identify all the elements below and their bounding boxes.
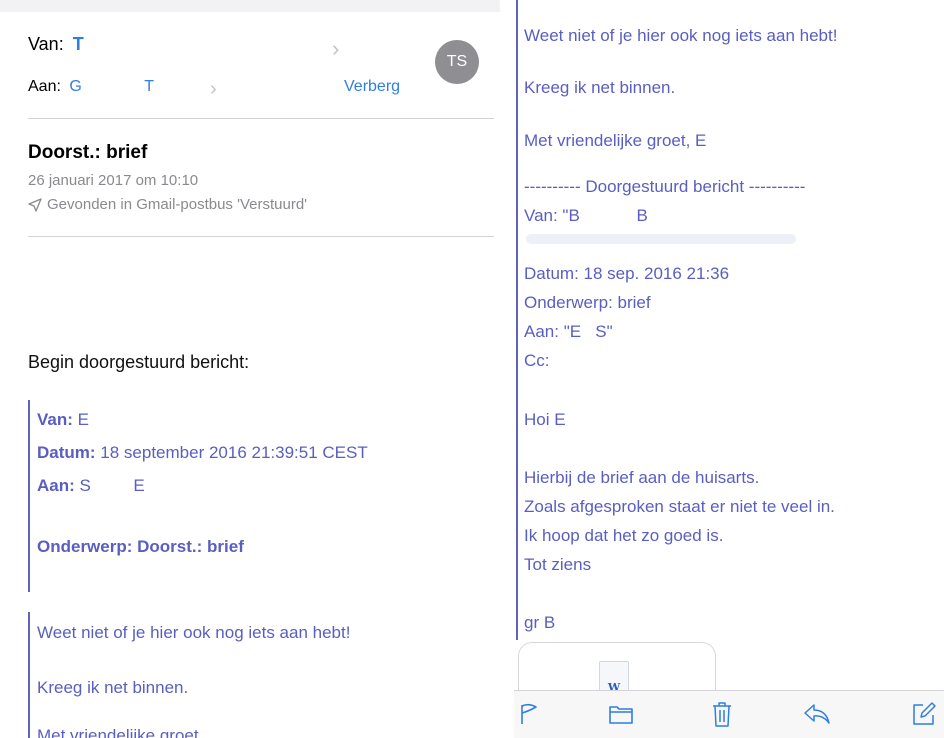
message-subject: Doorst.: brief: [28, 142, 148, 163]
mail-screenshot: Van: T › TS Aan: G T › Verberg Doorst.: …: [0, 0, 944, 738]
panel-divider: [500, 0, 514, 738]
reply-icon: [804, 704, 830, 724]
left-body-line: Kreeg ik net binnen.: [37, 678, 189, 697]
right-body-line: Weet niet of je hier ook nog iets aan he…: [524, 26, 838, 45]
letter-line: Hierbij de brief aan de huisarts.: [524, 468, 760, 487]
fwd-from: Van: E: [37, 410, 89, 430]
quote-bar: [28, 400, 30, 592]
compose-button[interactable]: [909, 699, 939, 729]
fwd-date-label: Datum:: [37, 443, 96, 462]
folder-icon: [609, 706, 633, 724]
chevron-right-icon[interactable]: ›: [210, 78, 217, 100]
flag-icon: [521, 703, 537, 724]
compose-icon: [913, 702, 936, 725]
fwd-to-label: Aan:: [37, 476, 75, 495]
left-body-line: Weet niet of je hier ook nog iets aan he…: [37, 623, 351, 642]
location-arrow-icon: [28, 197, 42, 212]
header-divider: [28, 118, 494, 119]
chevron-right-icon[interactable]: ›: [332, 38, 339, 60]
orig-subject: Onderwerp: brief: [524, 293, 651, 312]
redacted-text: [526, 234, 796, 244]
fwd-subject-label: Onderwerp:: [37, 537, 133, 556]
fwd-from-label: Van:: [37, 410, 73, 429]
fwd-to-value[interactable]: S E: [80, 476, 145, 495]
letter-line: Zoals afgesproken staat er niet te veel …: [524, 497, 835, 516]
trash-icon: [713, 702, 731, 727]
move-to-folder-button[interactable]: [606, 699, 636, 729]
right-body-line: Kreeg ik net binnen.: [524, 78, 676, 97]
trash-button[interactable]: [707, 699, 737, 729]
fwd-date: Datum: 18 september 2016 21:39:51 CEST: [37, 443, 368, 463]
forward-intro: Begin doorgestuurd bericht:: [28, 352, 250, 372]
to-label: Aan:: [28, 78, 61, 95]
fwd-date-value: 18 september 2016 21:39:51 CEST: [100, 443, 368, 462]
bottom-toolbar: [514, 690, 944, 738]
from-name[interactable]: T: [73, 34, 84, 54]
from-label: Van:: [28, 34, 64, 54]
right-body-line: Met vriendelijke groet, E: [524, 131, 707, 150]
avatar[interactable]: TS: [435, 40, 479, 84]
hide-details-link[interactable]: Verberg: [344, 78, 400, 96]
quote-bar: [28, 612, 30, 738]
forward-separator: ---------- Doorgestuurd bericht --------…: [524, 177, 806, 196]
orig-to: Aan: "E S": [524, 322, 613, 341]
fwd-from-value[interactable]: E: [78, 410, 89, 429]
left-mail-panel: Van: T › TS Aan: G T › Verberg Doorst.: …: [0, 0, 500, 738]
letter-line: Tot ziens: [524, 555, 592, 574]
reply-button[interactable]: [802, 699, 832, 729]
letter-line: Ik hoop dat het zo goed is.: [524, 526, 724, 545]
fwd-subject-value: Doorst.: brief: [137, 537, 244, 556]
orig-from: Van: "B B: [524, 206, 648, 225]
flag-button[interactable]: [514, 699, 544, 729]
top-strip: [0, 0, 500, 12]
fwd-to: Aan: S E: [37, 476, 145, 496]
subject-divider: [28, 236, 494, 237]
left-body-line: Met vriendelijke groet: [37, 726, 199, 738]
to-row[interactable]: Aan: G T: [28, 78, 154, 96]
orig-date: Datum: 18 sep. 2016 21:36: [524, 264, 730, 283]
right-mail-panel: Weet niet of je hier ook nog iets aan he…: [514, 0, 944, 738]
to-name-last[interactable]: T: [144, 78, 154, 95]
from-row[interactable]: Van: T: [28, 34, 84, 55]
orig-cc: Cc:: [524, 351, 550, 370]
letter-greeting: Hoi E: [524, 410, 566, 429]
message-date: 26 januari 2017 om 10:10: [28, 172, 199, 189]
fwd-subject: Onderwerp: Doorst.: brief: [37, 537, 244, 557]
to-name-first[interactable]: G: [69, 78, 81, 95]
quote-bar: [516, 0, 518, 640]
found-in-mailbox: Gevonden in Gmail-postbus 'Verstuurd': [28, 196, 307, 213]
letter-signoff: gr B: [524, 613, 556, 632]
found-in-text: Gevonden in Gmail-postbus 'Verstuurd': [47, 196, 308, 213]
